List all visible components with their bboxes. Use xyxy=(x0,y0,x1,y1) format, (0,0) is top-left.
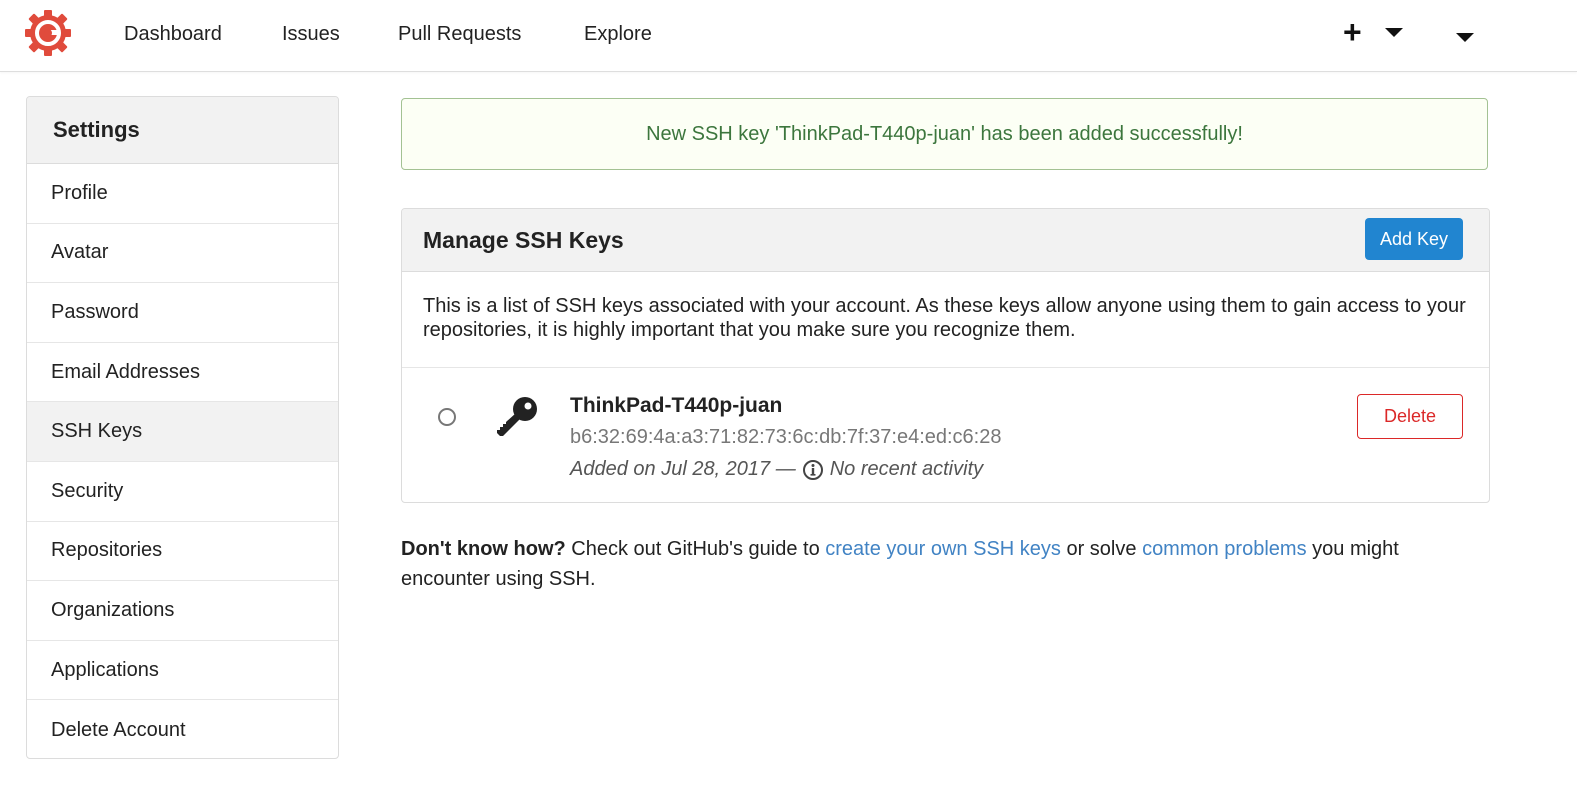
ssh-keys-panel: Manage SSH Keys Add Key This is a list o… xyxy=(401,208,1490,503)
key-added-date: Added on Jul 28, 2017 — xyxy=(570,458,796,480)
ssh-help-text: Don't know how? Check out GitHub's guide… xyxy=(401,534,1491,594)
panel-header: Manage SSH Keys Add Key xyxy=(402,209,1489,272)
delete-key-button[interactable]: Delete xyxy=(1357,394,1463,439)
help-text-1: Check out GitHub's guide to xyxy=(565,538,826,560)
nav-pull-requests[interactable]: Pull Requests xyxy=(398,22,521,46)
key-name: ThinkPad-T440p-juan xyxy=(570,394,783,417)
sidebar-item-email-addresses[interactable]: Email Addresses xyxy=(27,343,338,403)
nav-explore[interactable]: Explore xyxy=(584,22,652,46)
sidebar-item-password[interactable]: Password xyxy=(27,283,338,343)
key-fingerprint: b6:32:69:4a:a3:71:82:73:6c:db:7f:37:e4:e… xyxy=(570,426,1002,448)
help-bold: Don't know how? xyxy=(401,538,566,560)
settings-sidebar: Settings Profile Avatar Password Email A… xyxy=(26,96,339,759)
common-problems-link[interactable]: common problems xyxy=(1142,538,1307,560)
create-caret-down-icon[interactable] xyxy=(1385,28,1403,37)
ssh-key-item: ThinkPad-T440p-juan b6:32:69:4a:a3:71:82… xyxy=(402,368,1489,502)
top-navbar: Dashboard Issues Pull Requests Explore + xyxy=(0,0,1577,72)
info-circle-icon xyxy=(802,459,823,480)
sidebar-item-security[interactable]: Security xyxy=(27,462,338,522)
add-key-button[interactable]: Add Key xyxy=(1365,218,1463,260)
sidebar-item-profile[interactable]: Profile xyxy=(27,164,338,224)
help-text-2: or solve xyxy=(1060,538,1143,560)
sidebar-item-repositories[interactable]: Repositories xyxy=(27,522,338,582)
gogs-logo-icon[interactable] xyxy=(24,9,72,57)
key-meta: Added on Jul 28, 2017 — No recent activi… xyxy=(570,458,983,481)
create-ssh-keys-link[interactable]: create your own SSH keys xyxy=(825,538,1061,560)
sidebar-item-avatar[interactable]: Avatar xyxy=(27,224,338,284)
key-icon xyxy=(497,397,537,436)
plus-icon[interactable]: + xyxy=(1343,16,1362,48)
key-status-radio xyxy=(438,408,456,426)
panel-description: This is a list of SSH keys associated wi… xyxy=(402,272,1489,368)
nav-dashboard[interactable]: Dashboard xyxy=(124,22,222,46)
success-flash-message: New SSH key 'ThinkPad-T440p-juan' has be… xyxy=(401,98,1488,170)
sidebar-item-delete-account[interactable]: Delete Account xyxy=(27,700,338,758)
panel-title: Manage SSH Keys xyxy=(423,227,624,253)
sidebar-item-applications[interactable]: Applications xyxy=(27,641,338,701)
sidebar-title: Settings xyxy=(27,97,338,164)
nav-issues[interactable]: Issues xyxy=(282,22,340,46)
sidebar-item-ssh-keys[interactable]: SSH Keys xyxy=(27,402,338,462)
user-menu-caret-down-icon[interactable] xyxy=(1456,33,1474,42)
key-activity: No recent activity xyxy=(829,458,984,480)
sidebar-item-organizations[interactable]: Organizations xyxy=(27,581,338,641)
